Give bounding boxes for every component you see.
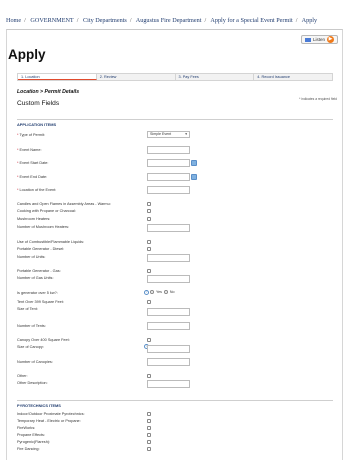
num-units-diesel-input[interactable] bbox=[147, 254, 190, 262]
no-label: No bbox=[169, 290, 175, 294]
play-icon: ▶ bbox=[327, 36, 334, 43]
event-name-label: * Event Name: bbox=[17, 148, 42, 152]
canopy-over-checkbox[interactable] bbox=[147, 338, 151, 342]
cooking-propane-checkbox[interactable] bbox=[147, 209, 151, 213]
size-of-canopy-label: Size of Canopy: bbox=[17, 345, 44, 349]
type-of-permit-select[interactable]: Simple Event ▾ bbox=[147, 131, 190, 138]
location-of-event-label: * Location of the Event: bbox=[17, 188, 57, 192]
breadcrumb-government[interactable]: GOVERNMENT bbox=[30, 17, 73, 24]
combustible-liquids-checkbox[interactable] bbox=[147, 240, 151, 244]
pyro-item-checkbox[interactable] bbox=[147, 433, 151, 437]
pyro-item-label: FireWorks: bbox=[17, 426, 36, 430]
mushroom-heaters-checkbox[interactable] bbox=[147, 217, 151, 221]
num-gas-units-label: Number of Gas Units: bbox=[17, 276, 54, 280]
breadcrumb-city-departments[interactable]: City Departments bbox=[83, 17, 127, 24]
tent-over-checkbox[interactable] bbox=[147, 300, 151, 304]
step-subtitle: Location > Permit Details bbox=[17, 89, 80, 95]
combustible-liquids-label: Use of Combustible/Flammable Liquids: bbox=[17, 240, 85, 244]
breadcrumb-home[interactable]: Home bbox=[6, 17, 21, 24]
breadcrumb-fire-department[interactable]: Augustus Fire Department bbox=[136, 17, 202, 24]
pyro-item-checkbox[interactable] bbox=[147, 447, 151, 451]
pyro-item-label: Pyrogenic(Flaresh): bbox=[17, 440, 51, 444]
event-end-date-input[interactable] bbox=[147, 173, 190, 181]
generator-over-radio-group: Yes No bbox=[150, 290, 174, 294]
custom-fields-heading: Custom Fields bbox=[17, 100, 60, 107]
help-icon[interactable]: ? bbox=[144, 290, 149, 295]
type-of-permit-label: * Type of Permit: bbox=[17, 133, 46, 137]
event-name-input[interactable] bbox=[147, 146, 190, 154]
step-location[interactable]: 1. Location bbox=[18, 74, 97, 80]
step-review: 2. Review bbox=[97, 74, 176, 80]
breadcrumb: Home / GOVERNMENT / City Departments / Augu… bbox=[6, 17, 318, 24]
pyro-item-label: Propane Effects: bbox=[17, 433, 46, 437]
yes-radio[interactable] bbox=[150, 290, 154, 294]
mushroom-heaters-label: Mushroom Heaters: bbox=[17, 217, 51, 221]
pyrotechnics-items-heading: PYROTECHNICS ITEMS bbox=[17, 400, 333, 408]
other-label: Other: bbox=[17, 374, 28, 378]
step-tracker: 1. Location 2. Review 3. Pay Fees 4. Rec… bbox=[17, 73, 333, 81]
chevron-down-icon: ▾ bbox=[185, 132, 187, 136]
other-description-input[interactable] bbox=[147, 380, 190, 388]
pyro-item-label: Fire Dancing: bbox=[17, 447, 40, 451]
num-tents-input[interactable] bbox=[147, 322, 190, 330]
listen-label: Listen bbox=[312, 37, 325, 42]
breadcrumb-apply-permit[interactable]: Apply for a Special Event Permit bbox=[210, 17, 292, 24]
size-of-canopy-input[interactable] bbox=[147, 345, 190, 353]
step-record-issuance: 4. Record Issuance bbox=[257, 75, 290, 79]
yes-label: Yes bbox=[156, 290, 162, 294]
tent-over-label: Tent Over 399 Square Feet: bbox=[17, 300, 64, 304]
required-note: * indicates a required field bbox=[299, 97, 337, 101]
cooking-propane-label: Cooking with Propane or Charcoal: bbox=[17, 209, 76, 213]
num-mushroom-heaters-label: Number of Mushroom Heaters: bbox=[17, 225, 70, 229]
num-canopies-label: Number of Canopies: bbox=[17, 360, 53, 364]
speaker-icon bbox=[304, 37, 311, 42]
pyro-item-checkbox[interactable] bbox=[147, 419, 151, 423]
portable-gen-diesel-checkbox[interactable] bbox=[147, 247, 151, 251]
size-of-tent-input[interactable] bbox=[147, 308, 190, 316]
other-description-label: Other Description: bbox=[17, 381, 48, 385]
pyro-item-label: Temporary Heat - Electric or Propane: bbox=[17, 419, 81, 423]
pyro-item-checkbox[interactable] bbox=[147, 440, 151, 444]
page-title: Apply bbox=[8, 47, 46, 62]
calendar-icon[interactable] bbox=[191, 174, 197, 180]
num-gas-units-input[interactable] bbox=[147, 275, 190, 283]
application-items-heading: APPLICATION ITEMS bbox=[17, 119, 333, 127]
other-checkbox[interactable] bbox=[147, 374, 151, 378]
size-of-tent-label: Size of Tent: bbox=[17, 307, 38, 311]
no-radio[interactable] bbox=[163, 290, 168, 294]
step-pay-fees: 3. Pay Fees bbox=[176, 74, 255, 80]
canopy-over-label: Canopy Over 400 Square Feet: bbox=[17, 338, 70, 342]
candles-label: Candles and Open Flames in Assembly Area… bbox=[17, 202, 111, 206]
num-mushroom-heaters-input[interactable] bbox=[147, 224, 190, 232]
listen-button[interactable]: Listen ▶ bbox=[300, 35, 338, 44]
event-end-date-label: * Event End Date: bbox=[17, 175, 48, 179]
num-units-diesel-label: Number of Units: bbox=[17, 255, 46, 259]
event-start-date-input[interactable] bbox=[147, 159, 190, 167]
pyro-item-label: Indoor/Outdoor Proximate Pyrotechnics: bbox=[17, 412, 85, 416]
pyro-item-checkbox[interactable] bbox=[147, 412, 151, 416]
calendar-icon[interactable] bbox=[191, 160, 197, 166]
num-canopies-input[interactable] bbox=[147, 358, 190, 366]
generator-over-label: Is generator over 5 kw?: bbox=[17, 291, 58, 295]
candles-checkbox[interactable] bbox=[147, 202, 151, 206]
location-of-event-input[interactable] bbox=[147, 186, 190, 194]
portable-gen-gas-checkbox[interactable] bbox=[147, 269, 151, 273]
portable-gen-gas-label: Portable Generator - Gas: bbox=[17, 269, 61, 273]
pyro-item-checkbox[interactable] bbox=[147, 426, 151, 430]
num-tents-label: Number of Tents: bbox=[17, 324, 46, 328]
breadcrumb-apply: Apply bbox=[301, 17, 318, 24]
portable-gen-diesel-label: Portable Generator - Diesel: bbox=[17, 247, 65, 251]
event-start-date-label: * Event Start Date: bbox=[17, 161, 49, 165]
